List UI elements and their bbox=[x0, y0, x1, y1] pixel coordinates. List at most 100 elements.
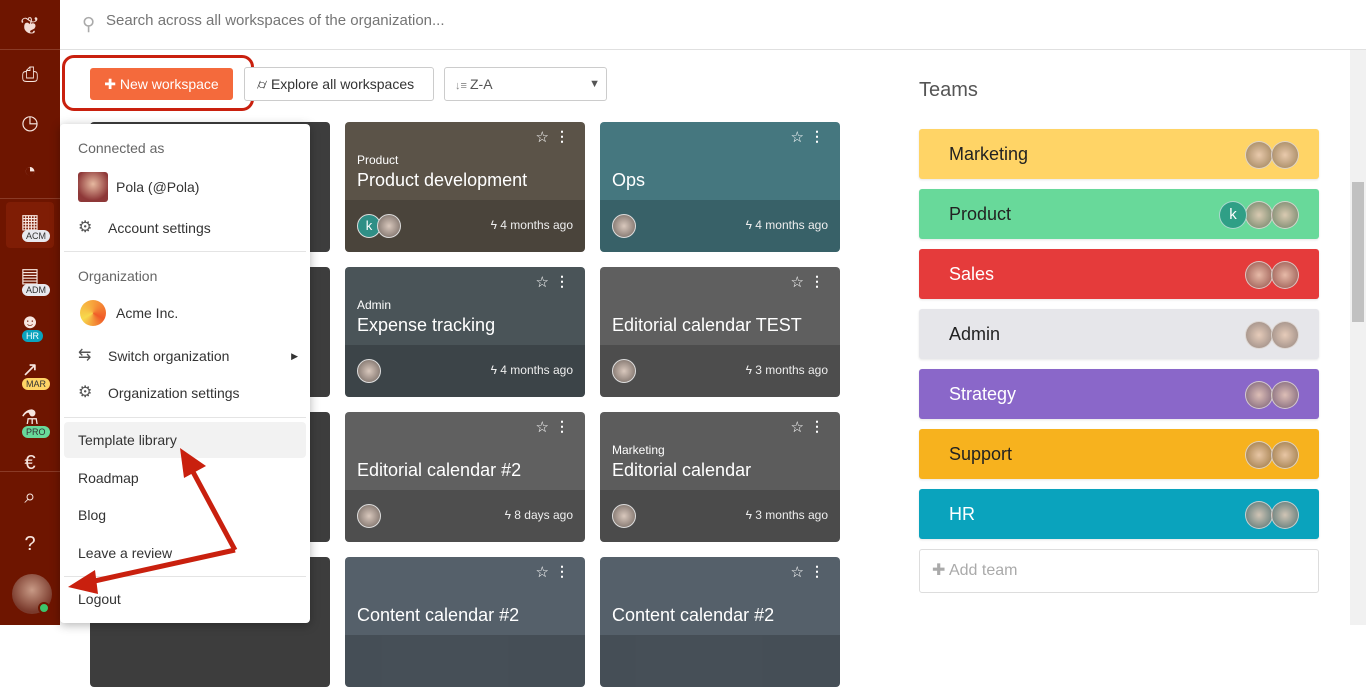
team-sales-button[interactable]: € bbox=[6, 443, 54, 471]
more-vertical-icon[interactable]: ⋮ bbox=[555, 418, 569, 435]
team-admin[interactable]: Admin bbox=[919, 309, 1319, 359]
team-marketing-button[interactable]: ↗ MAR bbox=[6, 350, 54, 390]
star-icon[interactable]: ☆ bbox=[791, 418, 804, 436]
team-name: Admin bbox=[949, 324, 1001, 344]
star-icon[interactable]: ☆ bbox=[536, 418, 549, 436]
badge-adm: ADM bbox=[22, 284, 50, 296]
sort-select[interactable]: ↓≡ Z-A ▼ bbox=[444, 67, 607, 101]
workspace-title: Editorial calendar TEST bbox=[612, 315, 802, 335]
menu-blog[interactable]: Blog bbox=[64, 497, 306, 533]
scrollbar-thumb[interactable] bbox=[1352, 182, 1364, 322]
workspace-card[interactable]: Product Product development ☆ ⋮ ϟ 4 months a… bbox=[345, 122, 585, 252]
search-input[interactable] bbox=[106, 12, 806, 29]
more-vertical-icon[interactable]: ⋮ bbox=[810, 128, 824, 145]
menu-roadmap[interactable]: Roadmap bbox=[64, 460, 306, 496]
menu-org[interactable]: Acme Inc. bbox=[64, 295, 306, 331]
more-vertical-icon[interactable]: ⋮ bbox=[555, 563, 569, 580]
label: Account settings bbox=[108, 220, 211, 236]
star-icon[interactable]: ☆ bbox=[791, 128, 804, 146]
menu-organization-settings[interactable]: ⚙ Organization settings bbox=[64, 375, 306, 411]
team-sales[interactable]: Sales bbox=[919, 249, 1319, 299]
menu-account-settings[interactable]: ⚙ Account settings bbox=[64, 210, 306, 246]
tree-logo-icon[interactable]: ❦ bbox=[14, 12, 46, 40]
label: Organization settings bbox=[108, 385, 240, 401]
workspace-card[interactable]: Content calendar #2 ☆ ⋮ bbox=[345, 557, 585, 687]
search-icon: ⚲ bbox=[82, 14, 96, 34]
add-team-label: Add team bbox=[948, 562, 1018, 579]
online-status-dot bbox=[38, 602, 50, 614]
star-icon[interactable]: ☆ bbox=[536, 273, 549, 291]
card-footer bbox=[600, 635, 840, 687]
member-avatar bbox=[357, 504, 381, 528]
caret-right-icon: ▶ bbox=[291, 351, 298, 361]
menu-switch-organization[interactable]: ⇆ Switch organization ▶ bbox=[64, 338, 306, 374]
member-avatar bbox=[357, 359, 381, 383]
dashboard-icon[interactable]: ◔ bbox=[6, 151, 54, 191]
topbar: ⚲ bbox=[60, 0, 1366, 50]
member-avatar bbox=[377, 214, 401, 238]
workspace-card[interactable]: Admin Expense tracking ☆ ⋮ ϟ 4 months ago bbox=[345, 267, 585, 397]
team-support[interactable]: Support bbox=[919, 429, 1319, 479]
workspace-card[interactable]: Ops ☆ ⋮ ϟ 4 months ago bbox=[600, 122, 840, 252]
search-icon[interactable]: ⌕ bbox=[6, 477, 54, 517]
workspace-title: Content calendar #2 bbox=[612, 605, 775, 625]
last-activity: ϟ 8 days ago bbox=[504, 508, 573, 522]
menu-logout[interactable]: Logout bbox=[64, 581, 306, 617]
teams-heading: Teams bbox=[919, 79, 978, 101]
sidebar: ❦ ⎙ ◷ ◔ ▦ ACM ▤ ADM ☻ HR ↗ MAR ⚗ PRO € ⌕ ? bbox=[0, 0, 60, 625]
more-vertical-icon[interactable]: ⋮ bbox=[810, 418, 824, 435]
badge-hr: HR bbox=[22, 330, 43, 342]
workspace-category: Product bbox=[357, 153, 399, 167]
star-icon[interactable]: ☆ bbox=[791, 563, 804, 581]
workspace-title: Content calendar #2 bbox=[357, 605, 520, 625]
team-name: HR bbox=[949, 504, 975, 524]
more-vertical-icon[interactable]: ⋮ bbox=[555, 273, 569, 290]
member-avatar bbox=[1271, 321, 1299, 349]
last-activity: ϟ 3 months ago bbox=[745, 363, 828, 377]
star-icon[interactable]: ☆ bbox=[536, 128, 549, 146]
team-hr[interactable]: HR bbox=[919, 489, 1319, 539]
team-strategy[interactable]: Strategy bbox=[919, 369, 1319, 419]
clock-icon[interactable]: ◷ bbox=[6, 103, 54, 143]
scrollbar[interactable] bbox=[1350, 50, 1366, 625]
inbox-icon[interactable]: ⎙ bbox=[6, 55, 54, 95]
more-vertical-icon[interactable]: ⋮ bbox=[810, 273, 824, 290]
member-avatar bbox=[1271, 441, 1299, 469]
user-menu: Connected as Pola (@Pola) ⚙ Account setti… bbox=[60, 124, 310, 623]
member-avatar bbox=[612, 504, 636, 528]
team-admin-button[interactable]: ▤ ADM bbox=[6, 256, 54, 296]
euro-icon: € bbox=[24, 452, 36, 471]
member-avatar bbox=[1271, 141, 1299, 169]
divider bbox=[0, 198, 60, 199]
add-team-button[interactable]: ✚ Add team bbox=[919, 549, 1319, 593]
more-vertical-icon[interactable]: ⋮ bbox=[810, 563, 824, 580]
more-vertical-icon[interactable]: ⋮ bbox=[555, 128, 569, 145]
team-name: Product bbox=[949, 204, 1012, 224]
workspace-title: Product development bbox=[357, 170, 528, 190]
workspace-card[interactable]: Editorial calendar #2 ☆ ⋮ ϟ 8 days ago bbox=[345, 412, 585, 542]
workspace-card[interactable]: Marketing Editorial calendar ☆ ⋮ ϟ 3 months … bbox=[600, 412, 840, 542]
menu-leave-review[interactable]: Leave a review bbox=[64, 535, 306, 571]
star-icon[interactable]: ☆ bbox=[791, 273, 804, 291]
menu-user[interactable]: Pola (@Pola) bbox=[64, 169, 306, 205]
label: Switch organization bbox=[108, 348, 230, 364]
team-name: Marketing bbox=[949, 144, 1029, 164]
help-icon[interactable]: ? bbox=[6, 524, 54, 564]
connected-as-heading: Connected as bbox=[78, 140, 165, 156]
team-hr-button[interactable]: ☻ HR bbox=[6, 302, 54, 342]
sort-value: Z-A bbox=[469, 76, 493, 92]
menu-template-library[interactable]: Template library bbox=[64, 422, 306, 458]
org-acm-button[interactable]: ▦ ACM bbox=[6, 202, 54, 248]
team-marketing[interactable]: Marketing bbox=[919, 129, 1319, 179]
team-product-button[interactable]: ⚗ PRO bbox=[6, 398, 54, 438]
explore-label: Explore all workspaces bbox=[270, 76, 415, 92]
explore-workspaces-button[interactable]: ⌭ Explore all workspaces bbox=[244, 67, 434, 101]
star-icon[interactable]: ☆ bbox=[536, 563, 549, 581]
team-product[interactable]: Product k bbox=[919, 189, 1319, 239]
workspace-category: Marketing bbox=[612, 443, 665, 457]
switch-arrows-icon: ⇆ bbox=[78, 347, 92, 364]
workspace-card[interactable]: Content calendar #2 ☆ ⋮ bbox=[600, 557, 840, 687]
team-name: Support bbox=[949, 444, 1013, 464]
workspace-card[interactable]: Editorial calendar TEST ☆ ⋮ ϟ 3 months ago bbox=[600, 267, 840, 397]
user-name: Pola (@Pola) bbox=[116, 179, 200, 195]
